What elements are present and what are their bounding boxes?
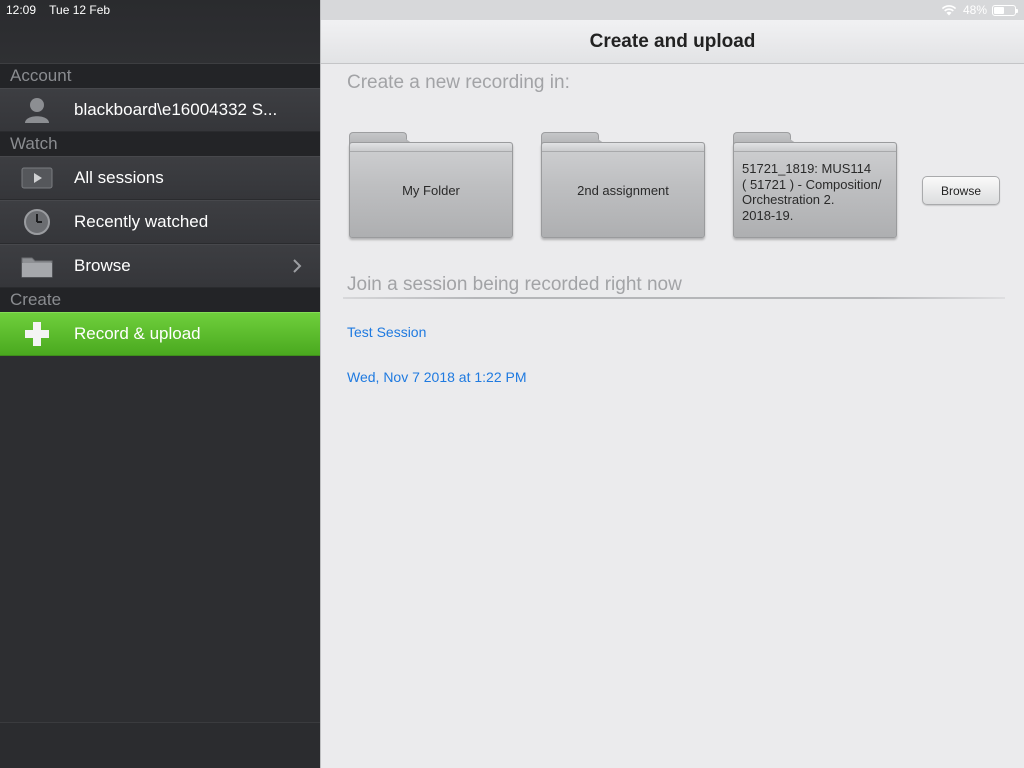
status-bar-left: 12:09 Tue 12 Feb [0, 0, 320, 20]
session-link-test[interactable]: Test Session [347, 324, 426, 340]
sidebar-item-recently-watched[interactable]: Recently watched [0, 200, 320, 244]
section-header-watch: Watch [0, 132, 320, 156]
main-panel: Create and upload Create a new recording… [320, 0, 1024, 768]
folder-2nd-assignment[interactable]: 2nd assignment [541, 132, 705, 238]
status-time: 12:09 [6, 3, 37, 17]
folder-label-line: 2018-19. [742, 207, 794, 223]
sidebar-item-label: Record & upload [74, 324, 201, 343]
folder-body: My Folder [349, 142, 513, 238]
folder-label: 2nd assignment [577, 182, 669, 198]
battery-percent: 48% [962, 3, 987, 17]
navigation-bar: Create and upload [321, 20, 1024, 64]
folder-my-folder[interactable]: My Folder [349, 132, 513, 238]
clock-icon [20, 209, 54, 235]
section-header-create: Create [0, 288, 320, 312]
divider [343, 297, 1005, 299]
browse-button[interactable]: Browse [922, 176, 1000, 205]
sidebar-item-all-sessions[interactable]: All sessions [0, 156, 320, 200]
folder-label: 51721_1819: MUS114 ( 51721 ) - Compositi… [742, 161, 881, 223]
folder-body: 51721_1819: MUS114 ( 51721 ) - Compositi… [733, 142, 897, 238]
sidebar-item-record-upload[interactable]: Record & upload [0, 312, 320, 356]
sidebar-item-label: Browse [74, 256, 131, 275]
sidebar-footer [0, 722, 320, 768]
page-title: Create and upload [589, 30, 756, 52]
chevron-right-icon [292, 258, 302, 279]
account-name: blackboard\e16004332 S... [74, 100, 278, 119]
join-session-heading: Join a session being recorded right now [347, 274, 682, 295]
status-bar-right: 48% [941, 0, 1024, 20]
folder-body: 2nd assignment [541, 142, 705, 238]
sidebar-item-label: All sessions [74, 168, 164, 187]
section-header-account: Account [0, 64, 320, 88]
folder-label-line: 51721_1819: MUS114 [742, 161, 872, 176]
play-icon [20, 165, 54, 191]
sidebar-item-browse[interactable]: Browse [0, 244, 320, 288]
create-prompt: Create a new recording in: [347, 72, 570, 93]
folder-course[interactable]: 51721_1819: MUS114 ( 51721 ) - Compositi… [733, 132, 897, 238]
wifi-icon [941, 4, 957, 15]
status-date: Tue 12 Feb [49, 3, 111, 17]
status-bar-background [321, 0, 1024, 20]
folder-label-line: Orchestration 2. [742, 192, 835, 207]
battery-icon [992, 4, 1018, 16]
session-link-dated[interactable]: Wed, Nov 7 2018 at 1:22 PM [347, 369, 527, 385]
sidebar: Account blackboard\e16004332 S... Watch … [0, 0, 320, 768]
sidebar-item-account[interactable]: blackboard\e16004332 S... [0, 88, 320, 132]
folder-icon [20, 253, 54, 279]
user-avatar-icon [20, 97, 54, 123]
battery-level [994, 6, 1004, 14]
folder-label-line: ( 51721 ) - Composition/ [742, 176, 882, 192]
folder-label: My Folder [402, 182, 460, 198]
sidebar-item-label: Recently watched [74, 212, 209, 231]
plus-icon [20, 321, 54, 347]
